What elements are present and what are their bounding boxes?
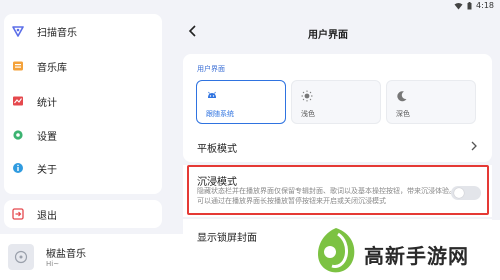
sidebar-item-settings[interactable]: 设置 xyxy=(12,124,57,146)
section-label: 用户界面 xyxy=(197,65,225,73)
album-cover xyxy=(8,244,34,270)
scan-music-icon xyxy=(12,25,24,37)
info-icon xyxy=(12,162,24,174)
highlight-box xyxy=(187,165,489,215)
statistics-icon xyxy=(12,95,24,107)
back-arrow-icon[interactable] xyxy=(186,24,200,38)
mode-light[interactable]: 浅色 xyxy=(291,80,381,124)
status-time: 4:18 xyxy=(476,1,494,10)
mode-dark[interactable]: 深色 xyxy=(386,80,476,124)
sidebar-item-scan-music[interactable]: 扫描音乐 xyxy=(12,20,77,42)
sidebar-item-music-library[interactable]: 音乐库 xyxy=(12,55,67,77)
tablet-mode-row[interactable]: 平板模式 xyxy=(197,140,237,155)
mode-label: 跟随系统 xyxy=(206,110,234,118)
sidebar-item-label: 音乐库 xyxy=(37,62,67,74)
player-title: 椒盐音乐 xyxy=(46,249,86,260)
wifi-icon xyxy=(454,2,463,9)
page-title: 用户界面 xyxy=(308,30,348,41)
music-library-icon xyxy=(12,60,24,72)
mode-label: 深色 xyxy=(396,110,410,118)
mode-label: 浅色 xyxy=(301,110,315,118)
sidebar-item-label: 扫描音乐 xyxy=(37,27,77,39)
lock-screen-cover-row[interactable]: 显示锁屏封面 xyxy=(197,229,257,244)
sidebar-item-label: 统计 xyxy=(37,97,57,109)
moon-icon xyxy=(397,91,407,102)
sidebar-item-label: 设置 xyxy=(37,131,57,143)
watermark-text: 高新手游网 xyxy=(364,244,469,268)
sidebar-item-label: 关于 xyxy=(37,164,57,176)
android-icon xyxy=(208,91,216,98)
exit-button[interactable]: 退出 xyxy=(12,203,57,225)
player-subtitle: Hi~ xyxy=(46,260,60,268)
mode-follow-system[interactable]: 跟随系统 xyxy=(196,80,286,124)
sidebar-item-about[interactable]: 关于 xyxy=(12,157,57,179)
watermark-logo xyxy=(318,228,355,273)
gear-icon xyxy=(12,129,24,141)
battery-icon xyxy=(467,1,472,9)
exit-icon xyxy=(12,208,24,220)
exit-label: 退出 xyxy=(37,210,57,222)
chevron-right-icon[interactable] xyxy=(470,141,478,151)
status-bar: 4:18 xyxy=(0,0,500,14)
sidebar-item-statistics[interactable]: 统计 xyxy=(12,90,57,112)
sun-icon xyxy=(301,90,313,102)
music-note-icon xyxy=(14,250,28,264)
